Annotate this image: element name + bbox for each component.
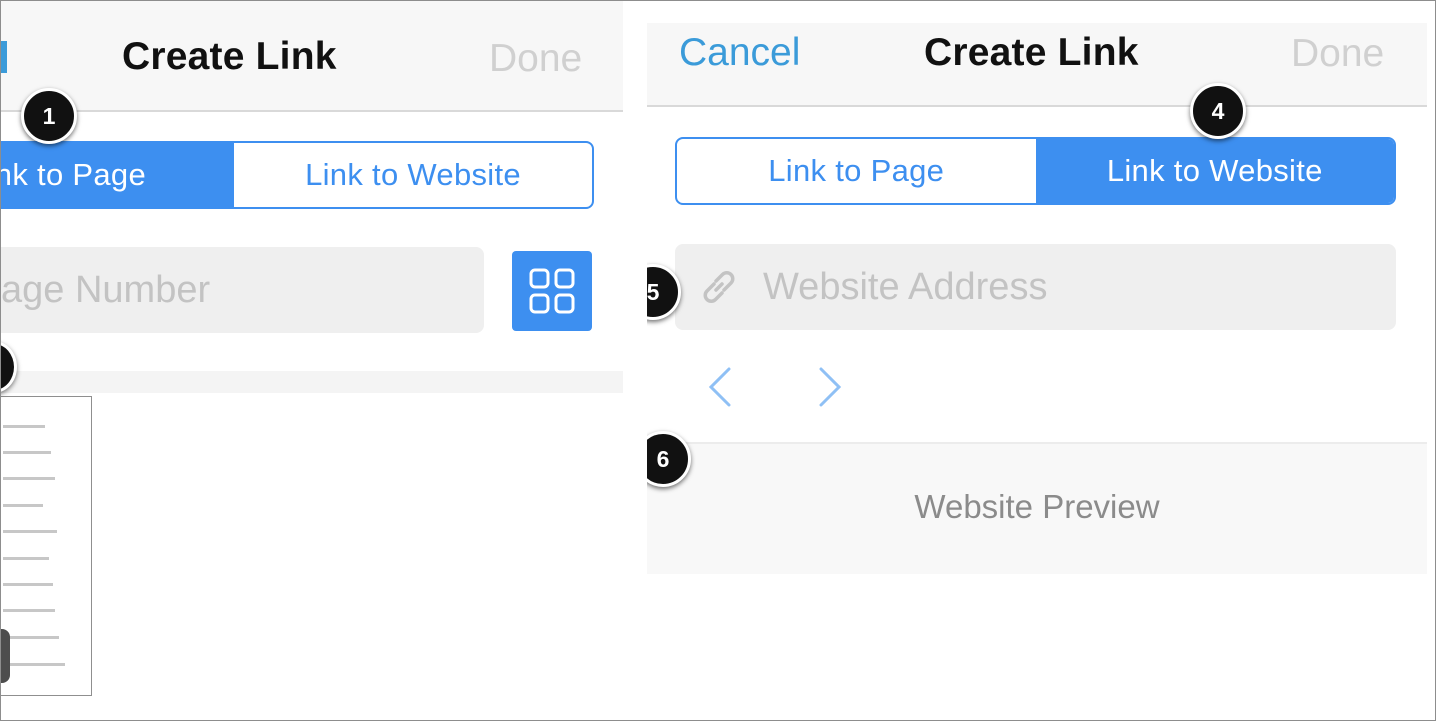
right-done-button[interactable]: Done: [1291, 32, 1384, 76]
tab-link-to-page-label: Link to Page: [768, 153, 945, 188]
left-page-title: Create Link: [122, 35, 337, 78]
right-navbar: Cancel Create Link Done: [647, 23, 1427, 107]
left-navbar: Create Link Done: [1, 1, 623, 112]
screenshot-frame: Create Link Done nk to Page Link to Webs…: [0, 0, 1436, 721]
tab-link-to-page-label: nk to Page: [1, 157, 146, 192]
tab-link-to-website[interactable]: Link to Website: [234, 143, 592, 207]
chevron-left-icon[interactable]: [705, 365, 735, 409]
tab-link-to-page[interactable]: nk to Page: [1, 143, 234, 207]
grid-icon: [529, 268, 575, 314]
cancel-button[interactable]: Cancel: [679, 31, 800, 75]
page-grid-button[interactable]: [512, 251, 592, 331]
website-address-input[interactable]: Website Address: [675, 244, 1396, 330]
chevron-right-icon[interactable]: [815, 365, 845, 409]
left-panel: Create Link Done nk to Page Link to Webs…: [1, 1, 623, 720]
right-panel: Cancel Create Link Done Link to Page Lin…: [647, 1, 1427, 720]
link-icon: [703, 271, 735, 303]
page-thumbnail[interactable]: [1, 396, 92, 696]
left-divider: [1, 371, 623, 393]
cancel-button-partial[interactable]: [1, 41, 7, 73]
thumbnail-handle[interactable]: [1, 629, 10, 683]
page-number-input[interactable]: age Number: [1, 247, 484, 333]
tab-link-to-website[interactable]: Link to Website: [1035, 139, 1394, 203]
right-page-title: Create Link: [924, 31, 1139, 74]
callout-1: 1: [21, 88, 77, 144]
tab-link-to-website-label: Link to Website: [1106, 153, 1323, 188]
callout-4: 4: [1190, 83, 1246, 139]
left-done-button[interactable]: Done: [489, 37, 582, 81]
right-link-type-segment: Link to Page Link to Website: [675, 137, 1396, 205]
page-number-placeholder: age Number: [1, 268, 211, 311]
website-address-placeholder: Website Address: [763, 265, 1048, 308]
tab-link-to-page[interactable]: Link to Page: [677, 139, 1036, 203]
left-link-type-segment: nk to Page Link to Website: [1, 141, 594, 209]
tab-link-to-website-label: Link to Website: [305, 157, 521, 192]
website-preview-label: Website Preview: [914, 488, 1160, 525]
website-preview-area: Website Preview: [647, 442, 1427, 574]
